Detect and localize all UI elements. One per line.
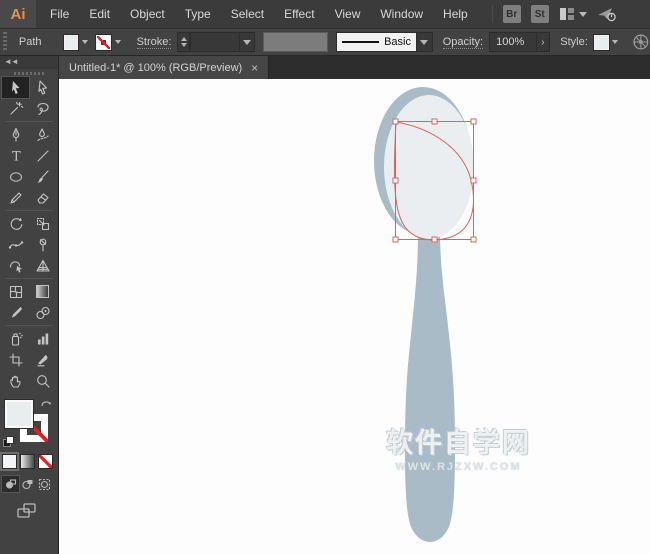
swap-fill-stroke-icon[interactable] [40, 398, 53, 410]
draw-behind-button[interactable] [19, 476, 36, 492]
lasso-tool[interactable] [29, 98, 56, 119]
style-swatch[interactable] [594, 35, 609, 50]
ellipse-tool[interactable] [2, 166, 29, 187]
stroke-weight-input[interactable] [190, 32, 239, 52]
opacity-popout-arrow[interactable]: › [537, 32, 551, 52]
mesh-tool[interactable] [2, 281, 29, 302]
selection-type-label: Path [19, 36, 42, 48]
menu-type[interactable]: Type [175, 0, 221, 28]
bridge-button[interactable]: Br [503, 5, 521, 23]
opacity-label[interactable]: Opacity: [443, 36, 483, 49]
slice-tool[interactable] [29, 349, 56, 370]
menu-select[interactable]: Select [221, 0, 274, 28]
screen-mode-icon [16, 502, 38, 520]
brush-stroke-preview [342, 41, 379, 43]
screen-mode-button[interactable] [16, 502, 38, 523]
scale-tool[interactable] [29, 213, 56, 234]
panel-drag-handle[interactable] [3, 32, 7, 52]
default-fill-stroke-icon[interactable] [3, 434, 16, 447]
magic-wand-tool[interactable] [2, 98, 29, 119]
perspective-grid-tool[interactable] [29, 255, 56, 276]
style-label: Style: [560, 36, 588, 48]
stock-button[interactable]: St [531, 5, 549, 23]
gpu-performance-icon[interactable] [597, 6, 617, 22]
menu-bar: Ai File Edit Object Type Select Effect V… [0, 0, 650, 28]
menu-file[interactable]: File [40, 0, 79, 28]
stroke-weight-label[interactable]: Stroke: [137, 36, 172, 49]
draw-normal-button[interactable] [2, 476, 19, 492]
menu-edit[interactable]: Edit [79, 0, 120, 28]
workspace-layout-icon [559, 7, 575, 21]
stroke-weight-chevron-down-icon[interactable] [240, 32, 256, 52]
draw-inside-button[interactable] [36, 476, 53, 492]
document-tab[interactable]: Untitled-1* @ 100% (RGB/Preview) × [59, 56, 269, 79]
blend-tool[interactable] [29, 302, 56, 323]
workspace-switcher[interactable] [559, 7, 587, 21]
color-type-buttons [2, 454, 53, 469]
fill-stroke-widget [3, 398, 51, 445]
menu-help[interactable]: Help [433, 0, 478, 28]
spoon-handle[interactable] [405, 229, 455, 542]
selection-tool[interactable] [2, 77, 29, 98]
fill-color-swatch[interactable] [64, 35, 79, 50]
options-wheel-icon[interactable] [632, 33, 650, 51]
stroke-chevron-down-icon[interactable] [111, 34, 125, 51]
shape-builder-tool[interactable] [2, 255, 29, 276]
fill-chevron-down-icon[interactable] [78, 34, 92, 51]
gradient-tool[interactable] [29, 281, 56, 302]
chevron-down-icon [579, 12, 587, 17]
menu-effect[interactable]: Effect [274, 0, 324, 28]
line-segment-tool[interactable] [29, 145, 56, 166]
symbol-sprayer-tool[interactable] [2, 328, 29, 349]
document-area: Untitled-1* @ 100% (RGB/Preview) × [59, 56, 650, 554]
brush-chevron-down-icon[interactable] [417, 32, 433, 52]
control-bar: Path Stroke: Basic Opacity: 100% › Style… [0, 28, 650, 56]
menu-view[interactable]: View [325, 0, 371, 28]
fill-color-indicator[interactable] [5, 400, 33, 428]
menu-object[interactable]: Object [120, 0, 175, 28]
paintbrush-tool[interactable] [29, 166, 56, 187]
pencil-tool[interactable] [2, 187, 29, 208]
artboard-canvas[interactable]: 软件自学网 WWW.RJZXW.COM [59, 79, 650, 554]
zoom-tool[interactable] [29, 370, 56, 391]
eyedropper-tool[interactable] [2, 302, 29, 323]
spoon-bowl-highlight[interactable] [384, 95, 474, 239]
tools-drag-handle[interactable] [14, 72, 44, 75]
variable-width-dropdown [263, 32, 328, 52]
brush-name: Basic [384, 36, 411, 48]
draw-mode-buttons [2, 476, 53, 492]
tools-collapse-button[interactable]: ◄◄ [0, 56, 58, 69]
tab-close-icon[interactable]: × [251, 62, 258, 74]
direct-selection-tool[interactable] [29, 77, 56, 98]
gradient-button[interactable] [20, 454, 35, 469]
curvature-tool[interactable] [29, 124, 56, 145]
artboard-tool[interactable] [2, 349, 29, 370]
hand-tool[interactable] [2, 370, 29, 391]
eraser-tool[interactable] [29, 187, 56, 208]
document-tab-title: Untitled-1* @ 100% (RGB/Preview) [69, 62, 242, 74]
opacity-input[interactable]: 100% [489, 32, 536, 52]
free-transform-tool[interactable] [29, 234, 56, 255]
main-menu: File Edit Object Type Select Effect View… [40, 0, 478, 28]
pen-tool[interactable] [2, 124, 29, 145]
rotate-tool[interactable] [2, 213, 29, 234]
brush-definition-dropdown[interactable]: Basic [336, 32, 417, 52]
type-tool[interactable]: T [2, 145, 29, 166]
style-chevron-down-icon[interactable] [609, 34, 623, 51]
width-tool[interactable] [2, 234, 29, 255]
color-button[interactable] [2, 454, 17, 469]
tools-panel: ◄◄ T [0, 56, 59, 554]
svg-text:T: T [12, 149, 21, 164]
stroke-weight-stepper[interactable] [177, 32, 190, 52]
spoon-artwork[interactable] [59, 79, 649, 554]
menubar-separator [492, 5, 493, 23]
menu-window[interactable]: Window [370, 0, 433, 28]
document-tab-bar: Untitled-1* @ 100% (RGB/Preview) × [59, 56, 650, 79]
column-graph-tool[interactable] [29, 328, 56, 349]
illustrator-window: Ai File Edit Object Type Select Effect V… [0, 0, 650, 554]
app-logo: Ai [0, 0, 36, 28]
stroke-color-swatch[interactable] [96, 35, 111, 50]
none-button[interactable] [38, 454, 53, 469]
